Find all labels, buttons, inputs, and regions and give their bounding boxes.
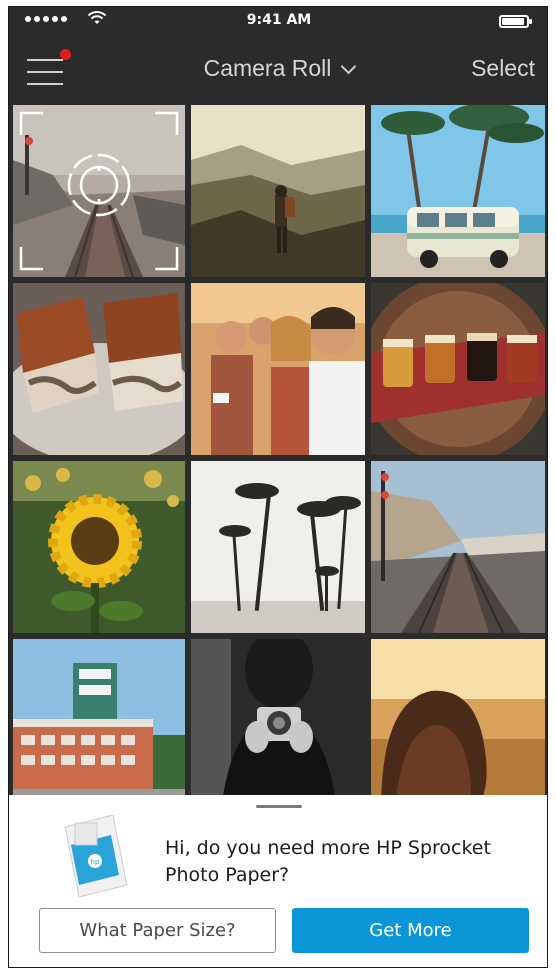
nav-bar: Camera Roll Select bbox=[9, 37, 547, 101]
photo-tile-beer[interactable] bbox=[371, 283, 545, 455]
status-bar: 9:41 AM bbox=[9, 7, 547, 37]
photo-tile-hiker[interactable] bbox=[191, 105, 365, 277]
paper-promo-sheet: hp Hi, do you need more HP Sprocket Phot… bbox=[9, 795, 547, 967]
sheet-grabber[interactable] bbox=[256, 805, 302, 808]
status-time: 9:41 AM bbox=[246, 12, 312, 28]
battery-icon bbox=[499, 15, 532, 28]
photo-tile-friends[interactable] bbox=[191, 283, 365, 455]
select-button[interactable]: Select bbox=[471, 55, 535, 82]
album-title: Camera Roll bbox=[203, 55, 332, 81]
svg-text:hp: hp bbox=[91, 858, 100, 866]
photo-tile-palms-bw[interactable] bbox=[191, 461, 365, 633]
photo-paper-pack-image: hp bbox=[61, 814, 131, 898]
photo-grid bbox=[13, 105, 545, 811]
photo-tile-railroad[interactable] bbox=[13, 105, 185, 277]
photo-tile-camera-man[interactable] bbox=[191, 639, 365, 811]
promo-message: Hi, do you need more HP Sprocket Photo P… bbox=[165, 837, 491, 886]
photo-tile-coast-rail[interactable] bbox=[371, 461, 545, 633]
album-picker[interactable]: Camera Roll bbox=[9, 55, 547, 82]
photo-tile-sandwiches[interactable] bbox=[13, 283, 185, 455]
get-more-button[interactable]: Get More bbox=[292, 908, 529, 953]
photo-tile-building[interactable] bbox=[13, 639, 185, 811]
photo-tile-sunflower[interactable] bbox=[13, 461, 185, 633]
what-paper-size-button[interactable]: What Paper Size? bbox=[39, 908, 276, 953]
phone-screen: 9:41 AM Camera Roll Select hp Hi, do you… bbox=[8, 6, 548, 968]
chevron-down-icon bbox=[341, 58, 357, 75]
photo-tile-sunset[interactable] bbox=[371, 639, 545, 811]
photo-tile-van[interactable] bbox=[371, 105, 545, 277]
